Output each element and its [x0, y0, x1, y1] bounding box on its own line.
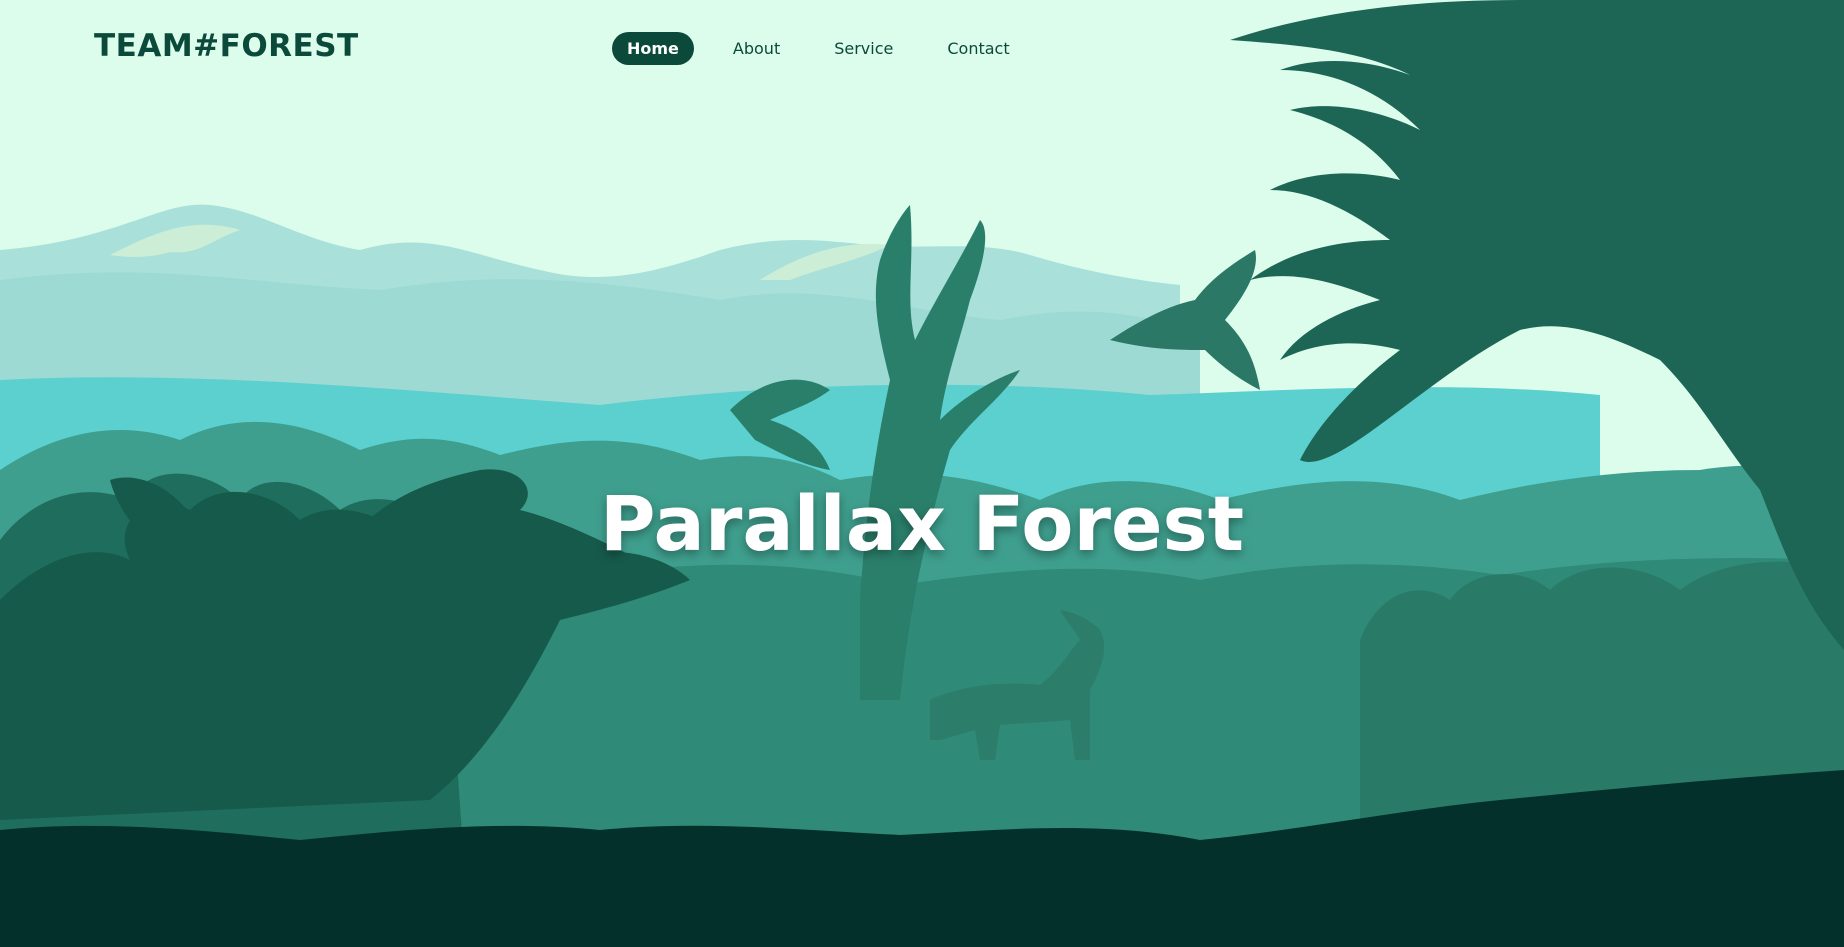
main-nav: Home About Service Contact	[612, 32, 1049, 65]
nav-item-about[interactable]: About	[718, 32, 795, 65]
nav-item-contact[interactable]: Contact	[932, 32, 1024, 65]
nav-item-home[interactable]: Home	[612, 32, 694, 65]
site-header: TEAM#FOREST Home About Service Contact	[0, 0, 1844, 100]
nav-item-service[interactable]: Service	[819, 32, 908, 65]
brand-logo[interactable]: TEAM#FOREST	[94, 28, 359, 64]
forest-background	[0, 0, 1844, 947]
hero-title: Parallax Forest	[599, 478, 1245, 568]
